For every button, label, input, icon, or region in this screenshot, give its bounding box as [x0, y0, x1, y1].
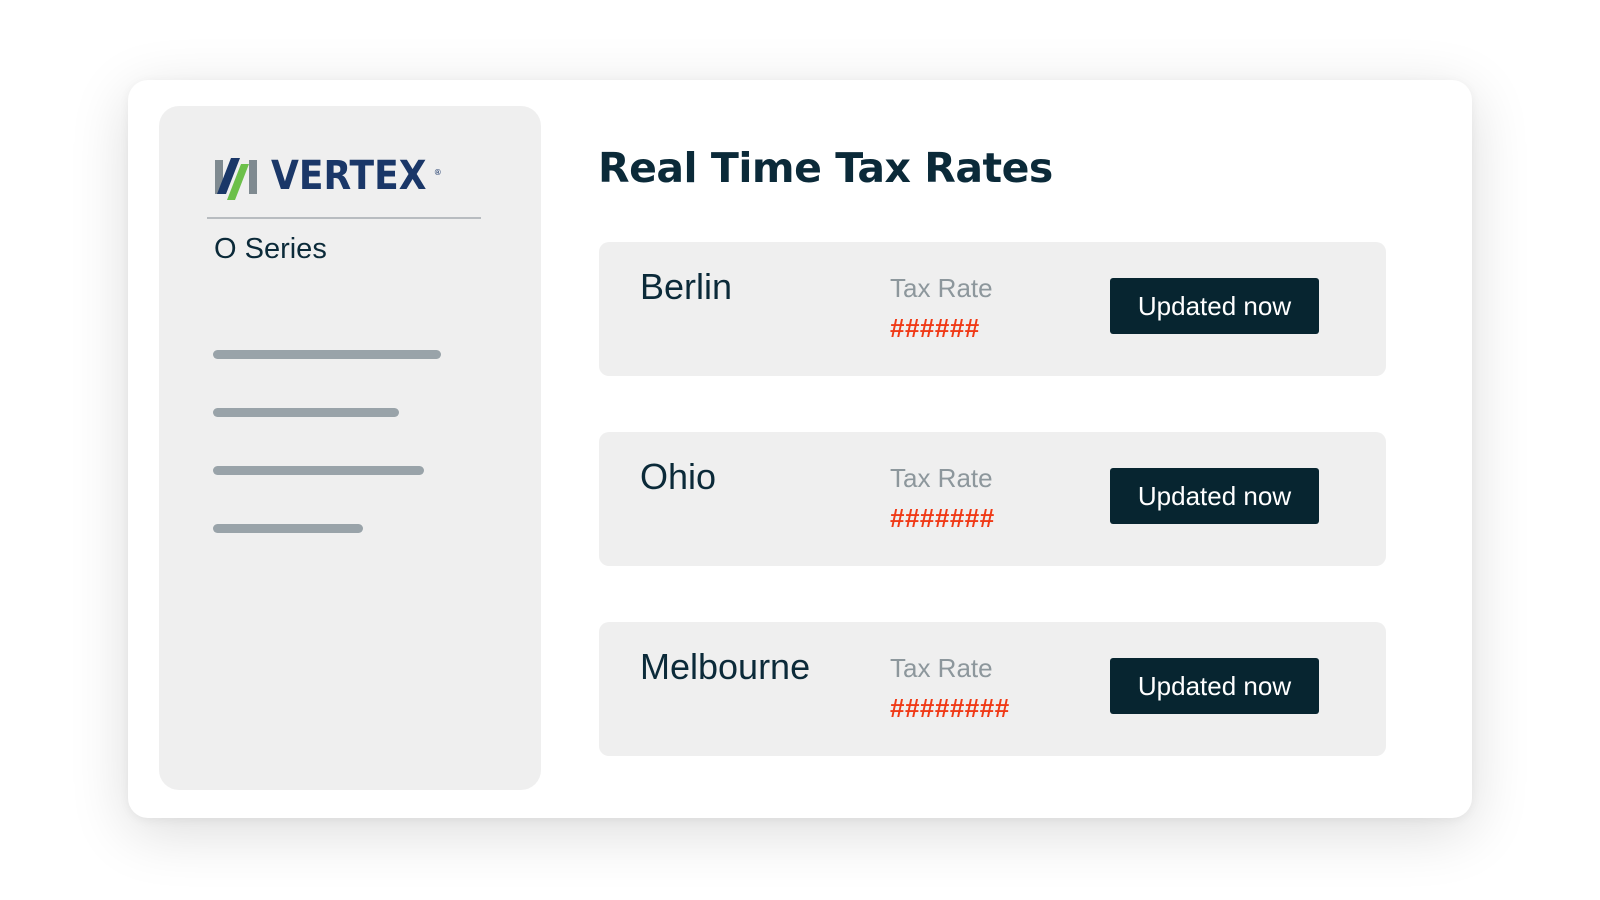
- city-name: Berlin: [640, 266, 733, 307]
- tax-rate-value: ######: [890, 313, 980, 343]
- tax-rate-value: ########: [890, 693, 1010, 723]
- tax-rate-value: #######: [890, 503, 995, 533]
- app-window: VERTEX ® O Series Real Time Tax Rates Be…: [128, 80, 1472, 818]
- sidebar-nav-item-3[interactable]: [213, 466, 424, 475]
- tax-rate-row: Berlin Tax Rate ###### Updated now: [599, 242, 1386, 376]
- tax-rate-label: Tax Rate: [890, 273, 993, 303]
- sidebar: VERTEX ® O Series: [159, 106, 541, 790]
- sidebar-nav-item-2[interactable]: [213, 408, 399, 417]
- tax-rate-row: Ohio Tax Rate ####### Updated now: [599, 432, 1386, 566]
- brand-wordmark: VERTEX: [271, 153, 427, 199]
- tax-rate-label: Tax Rate: [890, 463, 993, 493]
- updated-now-button[interactable]: Updated now: [1110, 278, 1319, 334]
- updated-now-button[interactable]: Updated now: [1110, 658, 1319, 714]
- vertex-logo[interactable]: VERTEX ®: [213, 148, 442, 204]
- city-name: Melbourne: [640, 646, 811, 687]
- sidebar-nav-item-1[interactable]: [213, 350, 441, 359]
- page-title: Real Time Tax Rates: [598, 144, 1053, 192]
- product-name: O Series: [214, 233, 327, 265]
- tax-rate-row: Melbourne Tax Rate ######## Updated now: [599, 622, 1386, 756]
- sidebar-nav-item-4[interactable]: [213, 524, 363, 533]
- updated-now-button[interactable]: Updated now: [1110, 468, 1319, 524]
- logo-divider: [207, 217, 481, 219]
- vertex-logo-icon: [215, 158, 257, 200]
- city-name: Ohio: [640, 456, 717, 497]
- stage: VERTEX ® O Series Real Time Tax Rates Be…: [0, 0, 1600, 900]
- registered-mark: ®: [433, 167, 442, 177]
- tax-rate-label: Tax Rate: [890, 653, 993, 683]
